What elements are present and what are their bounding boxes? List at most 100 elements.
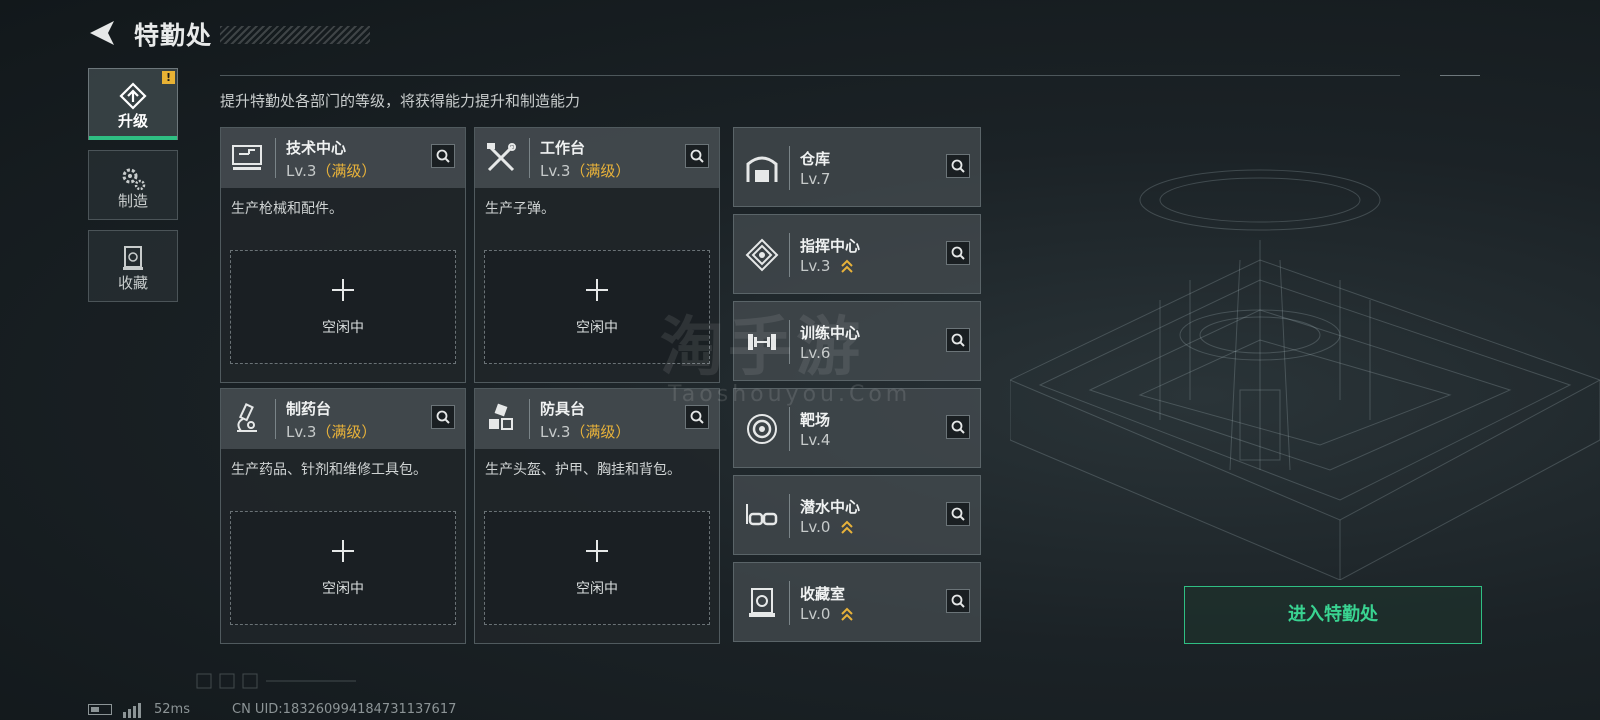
inspect-button[interactable] [685,405,709,429]
sidebar-tab-label: 制造 [117,192,148,210]
facility-card-tech-center[interactable]: 技术中心 Lv.3（满级） 生产枪械和配件。 空闲中 [220,127,466,383]
chip-icon [745,238,779,272]
plus-icon [586,279,608,301]
slot-status: 空闲中 [576,581,618,597]
collection-room-icon [749,588,775,617]
inspect-button[interactable] [946,154,970,178]
inspect-button[interactable] [946,589,970,613]
page-subtitle: 提升特勤处各部门的等级，将获得能力提升和制造能力 [220,92,581,110]
decorative-marks [196,673,356,689]
facility-name: 仓库 [800,150,831,168]
ping-value: 52ms [154,702,190,717]
facility-name: 收藏室 [800,585,846,603]
card-header: 工作台 Lv.3（满级） [475,128,719,188]
production-slot[interactable]: 空闲中 [230,511,456,625]
facility-name: 工作台 [540,139,586,157]
sidebar-tab-craft[interactable]: 制造 [88,150,178,220]
tools-icon [487,143,516,172]
level-value: Lv.3 [540,162,571,180]
divider-accent [1440,75,1480,76]
card-divider [275,399,276,439]
watermark: 淘手游 [660,311,864,385]
card-divider [789,581,790,625]
inspect-button[interactable] [946,328,970,352]
card-divider [789,146,790,190]
card-divider [275,138,276,178]
plus-icon [586,540,608,562]
card-header: 技术中心 Lv.3（满级） [221,128,465,188]
signal-icon [123,703,141,718]
magnifier-icon [951,594,965,608]
armor-blocks-icon [489,403,513,430]
collection-icon [123,246,143,270]
production-slot[interactable]: 空闲中 [230,250,456,364]
max-level-tag: （满级） [316,423,377,441]
plus-icon [332,540,354,562]
facility-level: Lv.0 [800,518,831,536]
sidebar-tab-label: 升级 [117,112,148,130]
gears-icon [122,168,146,191]
magnifier-icon [951,159,965,173]
facility-name: 技术中心 [286,139,347,157]
facility-name: 指挥中心 [800,237,861,255]
inspect-button[interactable] [946,502,970,526]
slot-status: 空闲中 [322,581,364,597]
inspect-button[interactable] [946,415,970,439]
max-level-tag: （满级） [316,162,377,180]
upgrade-available-icon [841,259,853,273]
microscope-icon [237,403,257,432]
facility-card-warehouse[interactable]: 仓库 Lv.7 [733,127,981,207]
magnifier-icon [951,246,965,260]
facility-description: 生产药品、针剂和维修工具包。 [231,462,427,478]
facility-level: Lv.3（满级） [540,421,630,442]
sidebar-tab-upgrade[interactable]: ! 升级 [88,68,178,140]
facility-card-command-center[interactable]: 指挥中心 Lv.3 [733,214,981,294]
user-uid: CN UID:183260994184731137617 [232,702,457,717]
watermark-sub: Taoshouyou.Com [668,382,912,407]
facility-description: 生产头盔、护甲、胸挂和背包。 [485,462,681,478]
card-divider [789,233,790,277]
level-value: Lv.3 [286,162,317,180]
facility-card-collection-room[interactable]: 收藏室 Lv.0 [733,562,981,642]
upgrade-available-icon [841,520,853,534]
card-header: 制药台 Lv.3（满级） [221,389,465,449]
battery-icon [88,704,112,715]
warehouse-icon [746,156,778,182]
facility-card-pharmacy[interactable]: 制药台 Lv.3（满级） 生产药品、针剂和维修工具包。 空闲中 [220,388,466,644]
production-slot[interactable]: 空闲中 [484,511,710,625]
enter-facility-button[interactable]: 进入特勤处 [1184,586,1482,644]
magnifier-icon [951,333,965,347]
header: 特勤处 [88,14,388,54]
facility-card-diving-center[interactable]: 潜水中心 Lv.0 [733,475,981,555]
status-bar: 52ms CN UID:183260994184731137617 [88,700,588,720]
inspect-button[interactable] [685,144,709,168]
facility-card-armor-bench[interactable]: 防具台 Lv.3（满级） 生产头盔、护甲、胸挂和背包。 空闲中 [474,388,720,644]
facility-level: Lv.3（满级） [286,160,376,181]
card-divider [529,138,530,178]
card-divider [789,494,790,538]
facility-description: 生产枪械和配件。 [231,201,343,217]
card-divider [529,399,530,439]
divider-line [220,75,1400,76]
computer-icon [232,145,262,170]
upgrade-icon [119,82,147,110]
inspect-button[interactable] [431,144,455,168]
level-value: Lv.3 [286,423,317,441]
target-icon [747,414,777,444]
magnifier-icon [690,410,704,424]
magnifier-icon [690,149,704,163]
plus-icon [332,279,354,301]
facility-description: 生产子弹。 [485,201,555,217]
magnifier-icon [436,149,450,163]
inspect-button[interactable] [946,241,970,265]
alert-badge: ! [162,71,175,84]
magnifier-icon [436,410,450,424]
facility-level: Lv.3（满级） [286,421,376,442]
back-arrow-icon[interactable] [88,18,118,48]
facility-name: 制药台 [286,400,332,418]
facility-level: Lv.4 [800,431,831,449]
facility-level: Lv.3（满级） [540,160,630,181]
inspect-button[interactable] [431,405,455,429]
sidebar-tab-collection[interactable]: 收藏 [88,230,178,302]
base-wireframe-art [1010,169,1600,580]
